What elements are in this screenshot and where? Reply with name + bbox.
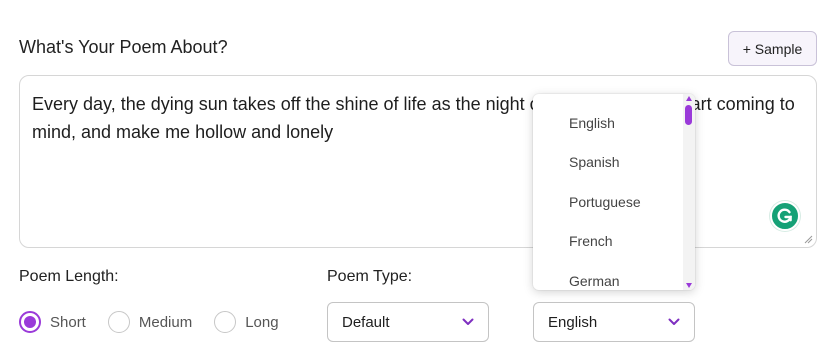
resize-grip-icon[interactable] — [803, 234, 813, 244]
language-option-french[interactable]: French — [533, 222, 683, 262]
poem-type-label: Poem Type: — [327, 268, 413, 285]
language-options-list: English Spanish Portuguese French German — [533, 94, 683, 290]
chevron-down-icon — [668, 318, 680, 325]
radio-short-label: Short — [50, 313, 86, 331]
language-option-spanish[interactable]: Spanish — [533, 143, 683, 183]
poem-length-label: Poem Length: — [19, 268, 119, 285]
radio-medium[interactable]: Medium — [107, 311, 193, 333]
poem-length-radio-group: Short Medium Long — [19, 311, 301, 333]
add-sample-button[interactable]: + Sample — [728, 31, 817, 66]
language-option-english[interactable]: English — [533, 103, 683, 143]
radio-short-circle[interactable] — [19, 311, 41, 333]
poem-type-value: Default — [342, 313, 390, 331]
dropdown-scrollbar[interactable] — [683, 94, 695, 290]
poem-topic-textarea[interactable]: Every day, the dying sun takes off the s… — [19, 75, 817, 248]
language-dropdown-menu: English Spanish Portuguese French German — [533, 94, 695, 290]
radio-long-circle[interactable] — [214, 311, 237, 333]
scroll-down-arrow-icon[interactable] — [686, 283, 692, 288]
radio-long[interactable]: Long — [214, 311, 279, 333]
scrollbar-thumb[interactable] — [685, 105, 692, 125]
radio-medium-label: Medium — [138, 313, 193, 331]
chevron-down-icon — [462, 318, 474, 325]
scroll-up-arrow-icon[interactable] — [686, 96, 692, 101]
poem-type-select[interactable]: Default — [327, 302, 489, 342]
language-select[interactable]: English — [533, 302, 695, 342]
language-option-german[interactable]: German — [533, 261, 683, 290]
radio-short[interactable]: Short — [19, 311, 86, 333]
grammarly-icon[interactable] — [770, 201, 800, 231]
radio-selected-dot — [24, 316, 36, 328]
poem-topic-heading: What's Your Poem About? — [19, 37, 228, 57]
language-option-portuguese[interactable]: Portuguese — [533, 182, 683, 222]
radio-long-label: Long — [245, 313, 279, 331]
language-value: English — [548, 313, 598, 331]
radio-medium-circle[interactable] — [107, 311, 130, 333]
